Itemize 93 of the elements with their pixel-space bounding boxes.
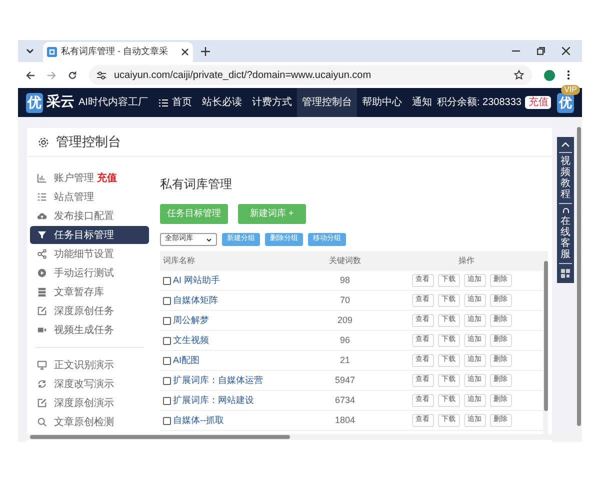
stack-icon bbox=[37, 287, 47, 297]
list-icon bbox=[37, 192, 47, 202]
headset-icon bbox=[562, 207, 570, 215]
monitor-icon bbox=[37, 360, 47, 370]
close-icon[interactable] bbox=[562, 47, 570, 55]
qr-code-icon[interactable] bbox=[561, 269, 570, 278]
points-balance: 积分余额: 2308333 bbox=[436, 96, 522, 110]
console-title: 管理控制台 bbox=[56, 133, 121, 152]
keyword-count: 96 bbox=[340, 334, 350, 345]
library-link[interactable]: 自媒体--抓取 bbox=[173, 414, 224, 428]
share-nodes-icon bbox=[37, 249, 47, 259]
nav-link[interactable]: 计费方式 bbox=[246, 88, 297, 117]
edit-icon bbox=[37, 398, 47, 408]
chevron-up-icon[interactable] bbox=[561, 141, 570, 148]
favicon-icon bbox=[47, 47, 57, 57]
nav-link[interactable]: 通知 bbox=[406, 88, 437, 117]
keyword-count: 6734 bbox=[334, 394, 356, 405]
library-link[interactable]: 扩展词库：网站建设 bbox=[173, 394, 254, 408]
profile-avatar[interactable] bbox=[544, 70, 555, 80]
cloud-upload-icon bbox=[37, 211, 47, 221]
chevron-down-icon bbox=[206, 236, 212, 242]
checkbox[interactable] bbox=[163, 316, 171, 324]
checkbox[interactable] bbox=[163, 336, 171, 344]
keyword-count: 98 bbox=[340, 274, 350, 285]
column-header: 操作 bbox=[458, 255, 476, 267]
sidebar-item[interactable]: 文章原创检测 bbox=[30, 413, 149, 431]
chevron-down-icon[interactable] bbox=[25, 46, 35, 56]
recharge-label[interactable]: 充值 bbox=[97, 170, 117, 186]
bar-chart-icon bbox=[37, 173, 47, 183]
checkbox[interactable] bbox=[163, 416, 171, 424]
play-circle-icon bbox=[37, 268, 47, 278]
sidebar-item[interactable]: 发布接口配置 bbox=[30, 207, 149, 225]
sidebar-item[interactable]: 任务目标管理 bbox=[30, 226, 149, 244]
gear-icon bbox=[38, 136, 49, 148]
checkbox[interactable] bbox=[163, 276, 171, 284]
sidebar-item[interactable]: 站点管理 bbox=[30, 188, 149, 206]
nav-link[interactable]: 管理控制台 bbox=[296, 88, 357, 117]
library-link[interactable]: 文生视频 bbox=[173, 334, 209, 348]
restore-icon[interactable] bbox=[537, 47, 545, 55]
nav-link[interactable]: 站长必读 bbox=[196, 88, 247, 117]
edit-icon bbox=[37, 306, 47, 316]
back-arrow-icon[interactable] bbox=[26, 70, 35, 80]
reload-icon[interactable] bbox=[68, 70, 77, 80]
sidebar-item[interactable]: 深度原创任务 bbox=[30, 302, 149, 320]
logo-text[interactable]: 采云 bbox=[46, 92, 75, 113]
address-field[interactable]: ucaiyun.com/caiji/private_dict/?domain=www.ucaiyun.com bbox=[89, 65, 532, 85]
library-link[interactable]: 自媒体矩阵 bbox=[173, 294, 218, 308]
nav-link[interactable]: 首页 bbox=[154, 88, 197, 117]
sidebar-item[interactable]: 深度原创演示 bbox=[30, 394, 149, 412]
float-link[interactable]: 视频教程 bbox=[560, 155, 570, 201]
column-header: 词库名称 bbox=[162, 255, 196, 267]
checkbox[interactable] bbox=[163, 296, 171, 304]
keyword-count: 21 bbox=[340, 354, 350, 365]
kebab-menu-icon[interactable] bbox=[567, 70, 570, 80]
checkbox[interactable] bbox=[163, 396, 171, 404]
vertical-scrollbar[interactable] bbox=[576, 117, 582, 434]
page-title: 私有词库管理 bbox=[160, 176, 233, 192]
keyword-count: 209 bbox=[337, 314, 353, 325]
sidebar-item[interactable]: 文章暂存库 bbox=[30, 283, 149, 301]
table-scrollbar[interactable] bbox=[543, 251, 548, 436]
close-icon[interactable] bbox=[181, 48, 189, 56]
keyword-count: 1804 bbox=[334, 414, 356, 425]
library-link[interactable]: 周公解梦 bbox=[173, 314, 209, 328]
keyword-count: 70 bbox=[340, 294, 350, 305]
new-tab-icon[interactable] bbox=[201, 47, 210, 56]
horizontal-scrollbar[interactable] bbox=[22, 434, 574, 440]
filter-icon bbox=[37, 230, 47, 240]
sliders-icon[interactable] bbox=[97, 70, 106, 80]
keyword-count: 5947 bbox=[334, 374, 356, 385]
float-link[interactable]: 在线客服 bbox=[560, 206, 570, 261]
sidebar-item[interactable]: 账户管理 充值 bbox=[30, 169, 149, 187]
video-camera-icon bbox=[37, 325, 47, 335]
search-icon bbox=[37, 417, 47, 427]
sidebar-item[interactable]: 正文识别演示 bbox=[30, 356, 149, 374]
tab-title: 私有词库管理 - 自动文章采 bbox=[61, 45, 168, 58]
star-icon[interactable] bbox=[514, 70, 524, 80]
refresh-icon bbox=[37, 379, 47, 389]
sidebar-item[interactable]: 功能细节设置 bbox=[30, 245, 149, 263]
checkbox[interactable] bbox=[163, 376, 171, 384]
sidebar-label: 账户管理 bbox=[54, 172, 94, 186]
browser-tab[interactable]: 私有词库管理 - 自动文章采 bbox=[43, 42, 193, 62]
library-link[interactable]: AI 网站助手 bbox=[173, 274, 220, 288]
menu-icon bbox=[158, 98, 168, 106]
recharge-button[interactable]: 充值 bbox=[525, 96, 552, 109]
checkbox[interactable] bbox=[163, 356, 171, 364]
slogan: AI时代内容工厂 bbox=[78, 96, 148, 110]
library-link[interactable]: AI配图 bbox=[173, 354, 200, 368]
nav-link[interactable]: 帮助中心 bbox=[356, 88, 407, 117]
sidebar-item[interactable]: 手动运行测试 bbox=[30, 264, 149, 282]
sidebar-item[interactable]: 视频生成任务 bbox=[30, 321, 149, 339]
column-header: 关键词数 bbox=[328, 255, 362, 267]
library-link[interactable]: 扩展词库：自媒体运营 bbox=[173, 374, 263, 388]
sidebar-item[interactable]: 深度改写演示 bbox=[30, 375, 149, 393]
